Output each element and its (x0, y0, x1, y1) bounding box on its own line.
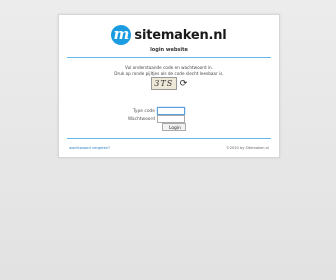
refresh-icon[interactable]: ⟳ (180, 79, 188, 89)
divider-top (67, 57, 271, 58)
typecode-label: Type code (132, 108, 155, 114)
logo: m sitemaken.nl (59, 24, 279, 46)
instruction-line-2: Druk op ronde pijltjes als de code slech… (114, 70, 224, 76)
page-title: login website (150, 47, 188, 53)
login-panel: m sitemaken.nl login website Vul onderst… (58, 14, 280, 158)
logo-text: sitemaken.nl (134, 27, 227, 43)
copyright: ©2020 by Sitemaken.nl (226, 146, 269, 150)
typecode-row: Type code (59, 107, 279, 115)
password-row: Wachtwoord (59, 115, 279, 123)
logo-mark-icon: m (111, 25, 132, 45)
divider-bottom (67, 138, 271, 139)
password-input[interactable] (157, 115, 185, 123)
typecode-input[interactable] (157, 107, 185, 115)
login-button[interactable]: Login (162, 123, 186, 131)
captcha-image: 3TS (150, 77, 177, 90)
forgot-password-link[interactable]: wachtwoord vergeten? (69, 146, 110, 150)
instructions: Vul onderstaande code en wachtwoord in. … (59, 65, 279, 76)
captcha-row: 3TS ⟳ (59, 77, 279, 90)
password-label: Wachtwoord (127, 116, 155, 122)
